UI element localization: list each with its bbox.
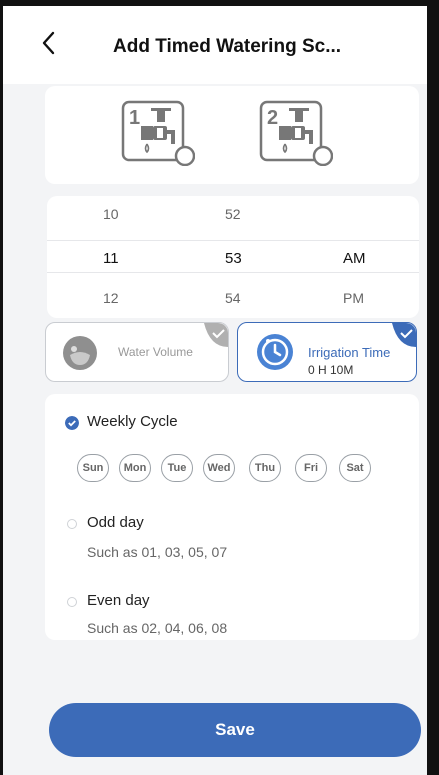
save-button[interactable]: Save — [49, 703, 421, 757]
picker-hour-selected[interactable]: 11 — [103, 250, 119, 267]
picker-minute-selected[interactable]: 53 — [225, 250, 242, 267]
header: Add Timed Watering Sc... — [3, 6, 427, 84]
screen: Add Timed Watering Sc... 1 2 10 52 11 53… — [3, 6, 427, 775]
picker-row-selected: 11 53 AM — [47, 250, 419, 280]
check-icon — [392, 323, 416, 347]
check-icon — [204, 323, 228, 347]
day-sat[interactable]: Sat — [339, 454, 371, 482]
mode-irrigation-time[interactable]: Irrigation Time 0 H 10M — [237, 322, 417, 382]
picker-hour[interactable]: 12 — [103, 290, 119, 306]
faucet-icon: 1 — [121, 100, 196, 167]
day-thu[interactable]: Thu — [249, 454, 281, 482]
picker-divider — [47, 272, 419, 273]
picker-period[interactable]: PM — [343, 290, 364, 306]
mode-water-volume[interactable]: Water Volume — [45, 322, 229, 382]
picker-minute[interactable]: 54 — [225, 290, 241, 306]
weekly-cycle-label[interactable]: Weekly Cycle — [87, 413, 178, 430]
unselected-check — [204, 323, 228, 347]
device-frame-right — [427, 0, 439, 775]
valve-number-2: 2 — [267, 107, 278, 129]
odd-day-hint: Such as 01, 03, 05, 07 — [87, 544, 228, 560]
valve-option-1[interactable]: 1 — [121, 100, 196, 167]
day-fri[interactable]: Fri — [295, 454, 327, 482]
clock-icon — [257, 334, 293, 370]
radio-checked-icon[interactable] — [65, 416, 79, 430]
time-picker[interactable]: 10 52 11 53 AM 12 54 PM — [47, 196, 419, 318]
picker-row: 12 54 PM — [47, 290, 419, 320]
mode-irrigation-time-label: Irrigation Time — [308, 345, 391, 360]
day-mon[interactable]: Mon — [119, 454, 151, 482]
picker-minute[interactable]: 52 — [225, 206, 241, 222]
page-title: Add Timed Watering Sc... — [113, 36, 342, 57]
mode-irrigation-time-value: 0 H 10M — [308, 363, 354, 377]
picker-hour[interactable]: 10 — [103, 206, 119, 222]
odd-day-label[interactable]: Odd day — [87, 514, 144, 531]
picker-divider — [47, 240, 419, 241]
valve-number-1: 1 — [129, 107, 140, 129]
water-drop-icon — [63, 336, 97, 370]
chevron-left-icon — [42, 31, 55, 55]
day-tue[interactable]: Tue — [161, 454, 193, 482]
radio-odd-day[interactable] — [67, 519, 77, 529]
picker-period-selected[interactable]: AM — [343, 250, 366, 267]
phone: Add Timed Watering Sc... 1 2 10 52 11 53… — [0, 0, 439, 775]
valve-option-2[interactable]: 2 — [259, 100, 334, 167]
selected-check — [392, 323, 416, 347]
day-wed[interactable]: Wed — [203, 454, 235, 482]
radio-even-day[interactable] — [67, 597, 77, 607]
picker-row: 10 52 — [47, 206, 419, 236]
even-day-label[interactable]: Even day — [87, 592, 150, 609]
mode-water-volume-label: Water Volume — [118, 345, 193, 359]
day-sun[interactable]: Sun — [77, 454, 109, 482]
faucet-icon: 2 — [259, 100, 334, 167]
schedule-card: Weekly Cycle Sun Mon Tue Wed Thu Fri Sat… — [45, 394, 419, 640]
valve-selector: 1 2 — [45, 86, 419, 184]
even-day-hint: Such as 02, 04, 06, 08 — [87, 620, 228, 636]
back-button[interactable] — [41, 30, 65, 60]
